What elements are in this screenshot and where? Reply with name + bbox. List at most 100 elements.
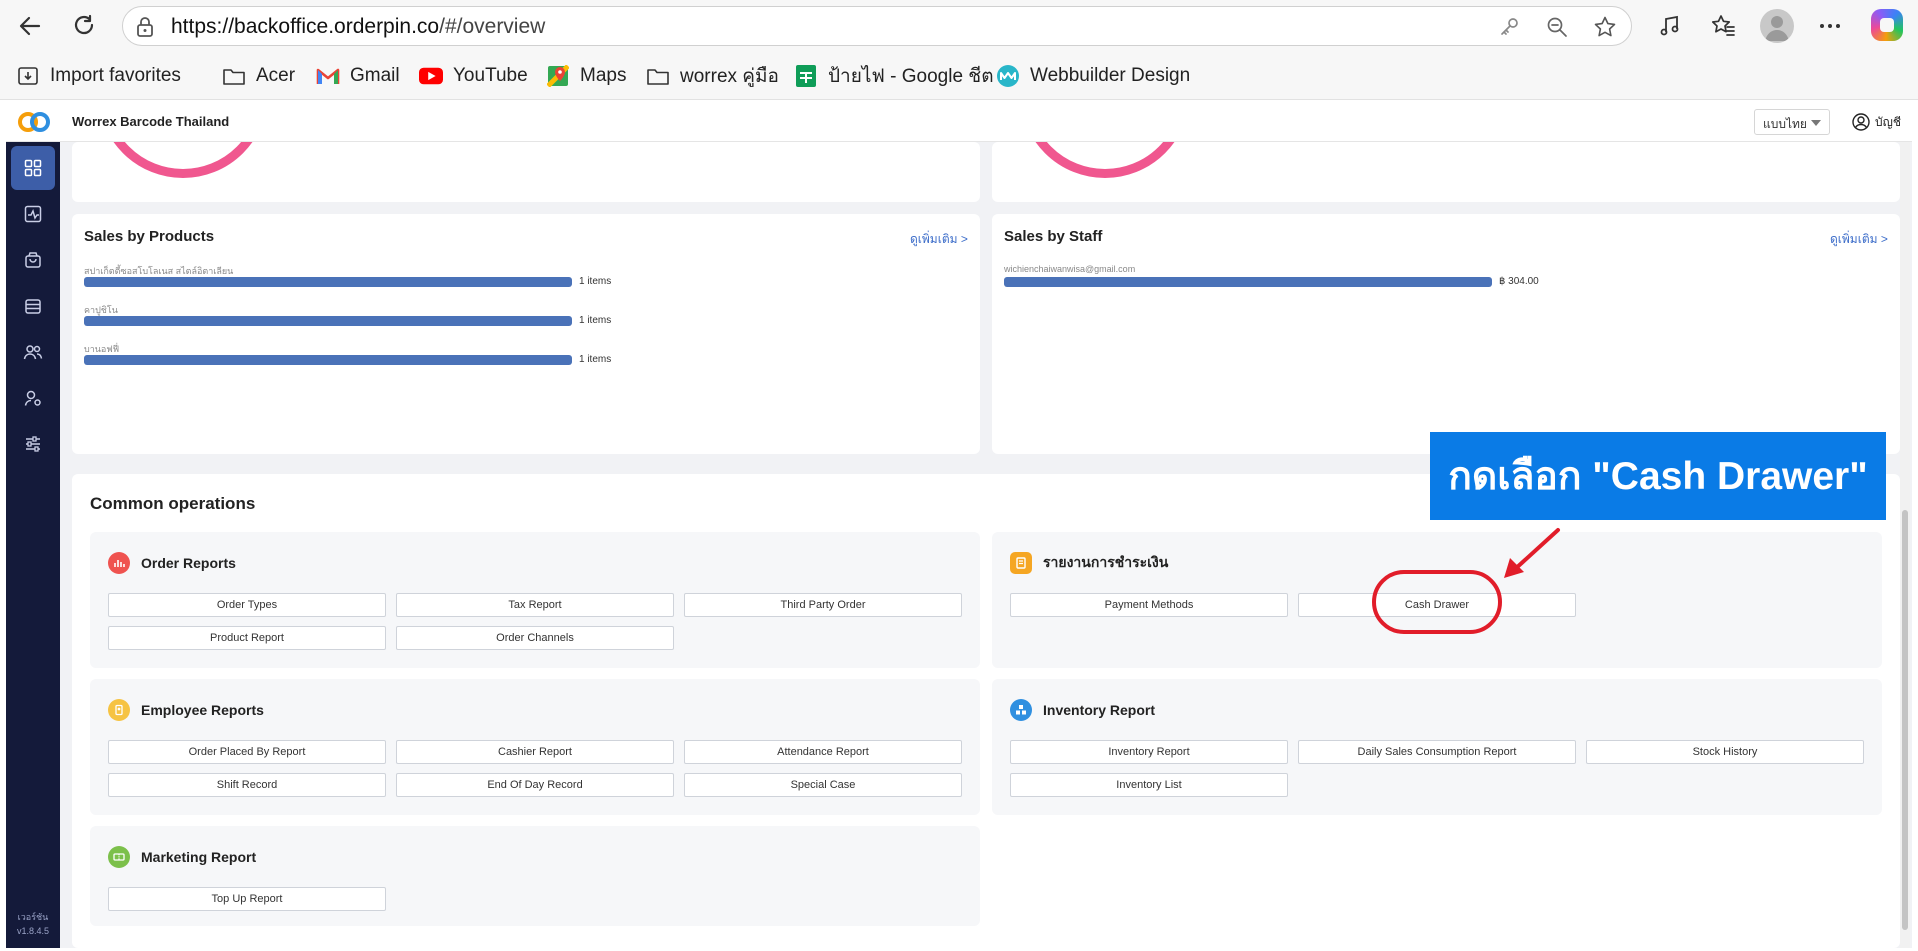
inventory-report-button[interactable]: Inventory Report bbox=[1010, 740, 1288, 764]
more-options-icon[interactable] bbox=[1814, 10, 1846, 42]
fav-acer[interactable]: Acer bbox=[222, 63, 295, 89]
page-scrollbar[interactable] bbox=[1900, 142, 1910, 948]
staff-value: ฿ 304.00 bbox=[1499, 276, 1539, 287]
version-number: v1.8.4.5 bbox=[16, 926, 50, 936]
group-title: Marketing Report bbox=[141, 849, 257, 865]
folder-icon bbox=[646, 64, 670, 88]
stack-icon bbox=[25, 299, 41, 314]
favorites-bar: Import favorites Acer Gmail YouTube Maps… bbox=[0, 52, 1918, 100]
product-bar bbox=[84, 355, 572, 365]
cashier-report-button[interactable]: Cashier Report bbox=[396, 740, 674, 764]
donut-chart bbox=[1020, 142, 1190, 178]
attendance-report-button[interactable]: Attendance Report bbox=[684, 740, 962, 764]
fav-google-sheet[interactable]: ป้ายไฟ - Google ชีต bbox=[794, 63, 994, 89]
store-name: Worrex Barcode Thailand bbox=[72, 114, 230, 129]
version-label: เวอร์ชัน bbox=[17, 912, 49, 922]
folder-icon bbox=[222, 64, 246, 88]
main-content: Sales by Products ดูเพิ่มเติม > สปาเก็ตต… bbox=[60, 142, 1912, 948]
product-name: บานอฟฟี่ bbox=[84, 344, 120, 354]
see-more-link[interactable]: ดูเพิ่มเติม > bbox=[910, 230, 968, 249]
sidebar-item-settings[interactable] bbox=[11, 422, 55, 466]
youtube-icon bbox=[419, 64, 443, 88]
import-icon bbox=[16, 64, 40, 88]
address-bar[interactable]: https://backoffice.orderpin.co/#/overvie… bbox=[122, 6, 1632, 46]
back-button[interactable] bbox=[12, 8, 48, 44]
chevron-down-icon bbox=[1811, 120, 1821, 126]
order-channels-button[interactable]: Order Channels bbox=[396, 626, 674, 650]
fav-label: Gmail bbox=[350, 65, 400, 86]
profile-avatar[interactable] bbox=[1760, 9, 1794, 43]
fav-label: ป้ายไฟ - Google ชีต bbox=[828, 66, 994, 87]
sidebar-item-customers[interactable] bbox=[11, 330, 55, 374]
sales-by-staff-card: Sales by Staff ดูเพิ่มเติม > wichienchai… bbox=[992, 214, 1900, 454]
fav-label: YouTube bbox=[453, 65, 528, 86]
shift-record-button[interactable]: Shift Record bbox=[108, 773, 386, 797]
bar-chart-icon bbox=[108, 552, 130, 574]
card-title: Sales by Staff bbox=[1004, 228, 1103, 245]
sidebar-item-inventory[interactable] bbox=[11, 284, 55, 328]
fav-label: worrex คู่มือ bbox=[680, 66, 779, 87]
see-more-link[interactable]: ดูเพิ่มเติม > bbox=[1830, 230, 1888, 249]
product-report-button[interactable]: Product Report bbox=[108, 626, 386, 650]
language-value: แบบไทย bbox=[1763, 117, 1807, 131]
marketing-report-card: Marketing Report Top Up Report bbox=[90, 826, 980, 926]
sidebar-item-reports[interactable] bbox=[11, 192, 55, 236]
gmail-icon bbox=[316, 64, 340, 88]
favorites-icon[interactable] bbox=[1707, 10, 1739, 42]
employee-reports-card: Employee Reports Order Placed By Report … bbox=[90, 679, 980, 815]
fav-maps[interactable]: Maps bbox=[546, 63, 626, 89]
product-value: 1 items bbox=[579, 315, 612, 326]
refresh-button[interactable] bbox=[66, 8, 102, 44]
order-reports-card: Order Reports Order Types Tax Report Thi… bbox=[90, 532, 980, 668]
boxes-icon bbox=[1010, 699, 1032, 721]
donut-chart bbox=[98, 142, 268, 178]
ticket-icon bbox=[108, 846, 130, 868]
badge-person-icon bbox=[108, 699, 130, 721]
fav-gmail[interactable]: Gmail bbox=[316, 63, 400, 89]
product-value: 1 items bbox=[579, 354, 612, 365]
key-icon[interactable] bbox=[1497, 15, 1521, 39]
cash-drawer-highlight bbox=[1372, 570, 1502, 634]
activity-chart-icon bbox=[24, 205, 42, 223]
url-text[interactable]: https://backoffice.orderpin.co/#/overvie… bbox=[171, 15, 545, 39]
lock-icon bbox=[135, 16, 155, 43]
sidebar-item-products[interactable] bbox=[11, 238, 55, 282]
group-title: รายงานการชำระเงิน bbox=[1043, 554, 1169, 570]
maps-icon bbox=[546, 64, 570, 88]
back-arrow-icon bbox=[19, 16, 41, 36]
top-up-report-button[interactable]: Top Up Report bbox=[108, 887, 386, 911]
staff-bar bbox=[1004, 277, 1492, 287]
order-types-button[interactable]: Order Types bbox=[108, 593, 386, 617]
daily-sales-consumption-report-button[interactable]: Daily Sales Consumption Report bbox=[1298, 740, 1576, 764]
orderpin-logo bbox=[18, 112, 50, 132]
scrollbar-thumb[interactable] bbox=[1902, 510, 1908, 930]
inventory-list-button[interactable]: Inventory List bbox=[1010, 773, 1288, 797]
favorite-star-icon[interactable] bbox=[1593, 15, 1617, 39]
sheets-icon bbox=[794, 64, 818, 88]
tax-report-button[interactable]: Tax Report bbox=[396, 593, 674, 617]
account-menu[interactable]: บัญชี bbox=[1852, 112, 1901, 132]
sidebar-item-dashboard[interactable] bbox=[11, 146, 55, 190]
payment-methods-button[interactable]: Payment Methods bbox=[1010, 593, 1288, 617]
zoom-out-icon[interactable] bbox=[1545, 15, 1569, 39]
fav-webbuilder-design[interactable]: Webbuilder Design bbox=[996, 63, 1190, 89]
fav-import-favorites[interactable]: Import favorites bbox=[16, 63, 181, 89]
chart-card-right bbox=[992, 142, 1900, 202]
group-header: Marketing Report bbox=[108, 846, 256, 868]
group-header: รายงานการชำระเงิน bbox=[1010, 552, 1168, 574]
media-icon[interactable] bbox=[1654, 10, 1686, 42]
special-case-button[interactable]: Special Case bbox=[684, 773, 962, 797]
fav-youtube[interactable]: YouTube bbox=[419, 63, 528, 89]
group-title: Employee Reports bbox=[141, 702, 264, 718]
group-header: Employee Reports bbox=[108, 699, 264, 721]
staff-email: wichienchaiwanwisa@gmail.com bbox=[1004, 264, 1136, 274]
fav-worrex-manual[interactable]: worrex คู่มือ bbox=[646, 63, 779, 89]
order-placed-by-report-button[interactable]: Order Placed By Report bbox=[108, 740, 386, 764]
users-icon bbox=[23, 345, 43, 360]
copilot-icon[interactable] bbox=[1871, 9, 1903, 41]
language-select[interactable]: แบบไทย bbox=[1754, 109, 1830, 135]
end-of-day-record-button[interactable]: End Of Day Record bbox=[396, 773, 674, 797]
stock-history-button[interactable]: Stock History bbox=[1586, 740, 1864, 764]
third-party-order-button[interactable]: Third Party Order bbox=[684, 593, 962, 617]
sidebar-item-staff[interactable] bbox=[11, 376, 55, 420]
